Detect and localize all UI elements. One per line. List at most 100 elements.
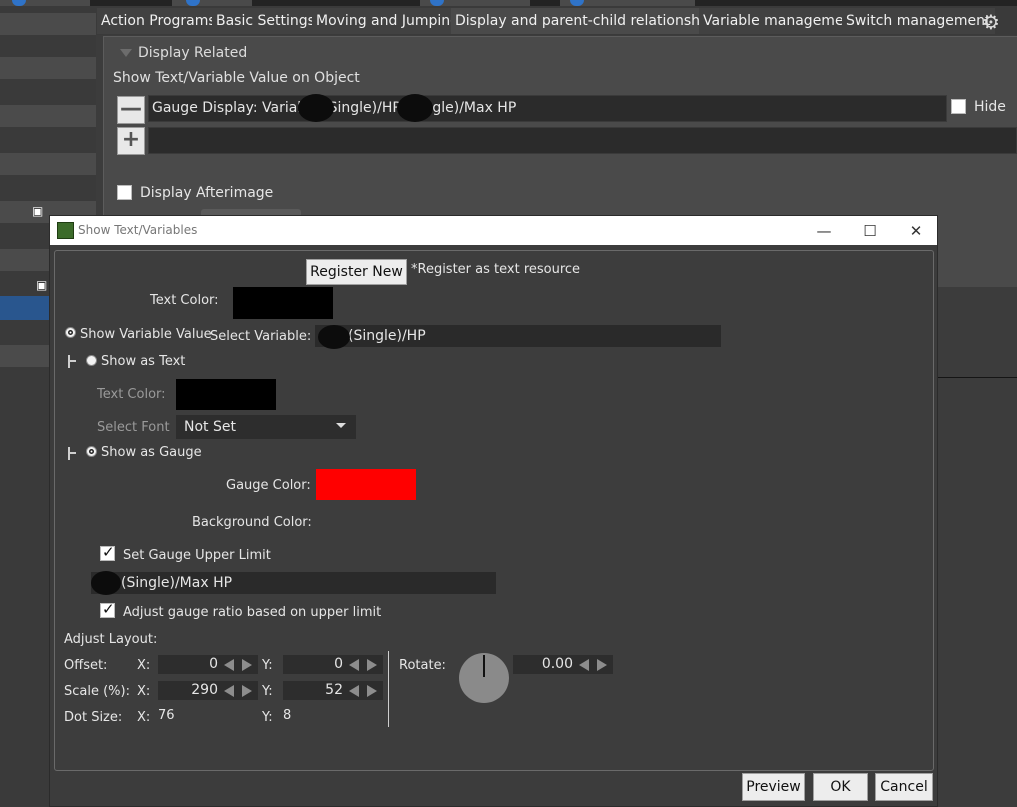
tab-moving-and-jumping[interactable]: Moving and Jumping (312, 8, 463, 34)
register-new-button[interactable]: Register New (306, 259, 407, 285)
list-item[interactable] (0, 57, 96, 79)
scale-y-spinner[interactable]: 52 (283, 681, 383, 700)
adjust-ratio-label: Adjust gauge ratio based on upper limit (123, 605, 382, 620)
scale-x-value: 290 (191, 682, 218, 698)
offset-y-label: Y: (262, 658, 273, 673)
dot-size-label: Dot Size: (64, 710, 123, 725)
scale-x-label: X: (137, 684, 151, 699)
tree-connector (68, 447, 79, 460)
text-color-label-2: Text Color: (97, 387, 166, 402)
decrement-icon[interactable] (349, 659, 359, 671)
plus-icon[interactable]: + (117, 127, 145, 155)
hide-label: Hide (974, 99, 1006, 115)
text-color-swatch-2[interactable] (176, 379, 276, 410)
dialog-titlebar: Show Text/Variables — ☐ ✕ (50, 216, 937, 245)
rotate-spinner[interactable]: 0.00 (513, 655, 613, 674)
section-display-related[interactable]: Display Related (120, 45, 247, 61)
preview-button[interactable]: Preview (742, 773, 805, 801)
controller-icon: ▣ (36, 278, 48, 292)
list-item[interactable] (0, 13, 96, 35)
collapse-triangle-icon (120, 49, 132, 57)
dot-x-label: X: (137, 710, 151, 725)
redacted-mark (397, 94, 433, 122)
scale-y-label: Y: (262, 684, 273, 699)
controller-icon: ▣ (32, 204, 44, 218)
app-icon (57, 222, 74, 239)
rotate-value: 0.00 (541, 656, 573, 672)
gauge-display-text: Gauge Display: Variable (Single)/HP (Sin… (152, 100, 517, 116)
show-as-gauge-label: Show as Gauge (101, 445, 202, 460)
dot-y-value: 8 (283, 708, 292, 723)
afterimage-checkbox[interactable] (117, 185, 132, 200)
show-as-text-radio[interactable] (86, 355, 97, 366)
tab-variable-management[interactable]: Variable management (699, 8, 862, 34)
gauge-color-swatch[interactable] (316, 469, 416, 500)
afterimage-label: Display Afterimage (140, 185, 274, 201)
minus-icon[interactable]: — (117, 96, 145, 124)
show-variable-value-label: Show Variable Value (80, 327, 212, 342)
minimize-icon[interactable]: — (801, 218, 847, 244)
increment-icon[interactable] (242, 659, 252, 671)
text-color-swatch[interactable] (233, 287, 333, 319)
list-item[interactable] (0, 105, 96, 127)
section-title: Display Related (138, 45, 248, 61)
select-font-value: Not Set (184, 419, 236, 435)
tree-connector (68, 355, 79, 368)
decrement-icon[interactable] (224, 685, 234, 697)
scale-y-value: 52 (325, 682, 343, 698)
offset-y-spinner[interactable]: 0 (283, 655, 383, 674)
rotate-label: Rotate: (399, 658, 446, 673)
maximize-icon[interactable]: ☐ (847, 218, 893, 244)
scale-x-spinner[interactable]: 290 (158, 681, 258, 700)
subtitle: Show Text/Variable Value on Object (113, 70, 360, 86)
tab-basic-settings[interactable]: Basic Settings (212, 8, 319, 34)
increment-icon[interactable] (597, 659, 607, 671)
list-item-selected[interactable] (0, 296, 50, 320)
offset-y-value: 0 (334, 656, 343, 672)
tab-display-parent-child[interactable]: Display and parent-child relationship (451, 8, 717, 34)
increment-icon[interactable] (242, 685, 252, 697)
text-color-label: Text Color: (150, 293, 219, 308)
show-variable-value-radio[interactable] (65, 327, 76, 338)
offset-x-label: X: (137, 658, 151, 673)
show-as-gauge-radio[interactable] (86, 446, 97, 457)
chevron-down-icon (336, 423, 346, 428)
offset-x-value: 0 (209, 656, 218, 672)
register-note: *Register as text resource (411, 262, 581, 277)
layout-separator (388, 651, 389, 727)
set-upper-limit-label: Set Gauge Upper Limit (123, 548, 271, 563)
adjust-ratio-checkbox[interactable] (100, 603, 115, 618)
close-icon[interactable]: ✕ (893, 218, 939, 244)
select-variable-field[interactable]: (Single)/HP (315, 325, 721, 347)
show-as-text-label: Show as Text (101, 354, 186, 369)
show-text-variables-dialog: Show Text/Variables — ☐ ✕ Register New *… (49, 215, 938, 807)
gear-icon[interactable]: ⚙ (980, 11, 1002, 33)
set-upper-limit-checkbox[interactable] (100, 546, 115, 561)
adjust-layout-label: Adjust Layout: (64, 632, 158, 647)
offset-x-spinner[interactable]: 0 (158, 655, 258, 674)
select-font-label: Select Font (97, 420, 170, 435)
empty-row[interactable] (148, 127, 1017, 154)
gauge-display-row[interactable]: Gauge Display: Variable (Single)/HP (Sin… (148, 95, 947, 122)
dialog-title: Show Text/Variables (78, 223, 198, 237)
decrement-icon[interactable] (349, 685, 359, 697)
list-item[interactable] (0, 153, 96, 175)
ok-button[interactable]: OK (813, 773, 868, 801)
decrement-icon[interactable] (579, 659, 589, 671)
decrement-icon[interactable] (224, 659, 234, 671)
redacted-mark (318, 325, 350, 349)
scale-label: Scale (%): (64, 684, 130, 699)
cancel-button[interactable]: Cancel (875, 773, 933, 801)
upper-limit-variable-field[interactable]: (Single)/Max HP (91, 572, 496, 594)
dot-x-value: 76 (158, 708, 175, 723)
select-font-dropdown[interactable]: Not Set (176, 415, 356, 439)
increment-icon[interactable] (367, 659, 377, 671)
redacted-mark (91, 571, 121, 595)
gauge-color-label: Gauge Color: (226, 478, 311, 493)
tab-action-programs[interactable]: Action Programs (97, 8, 220, 34)
tab-switch-management[interactable]: Switch management (842, 8, 995, 34)
redacted-mark (298, 94, 334, 122)
rotate-dial[interactable] (459, 653, 509, 703)
increment-icon[interactable] (367, 685, 377, 697)
hide-checkbox[interactable] (951, 99, 966, 114)
